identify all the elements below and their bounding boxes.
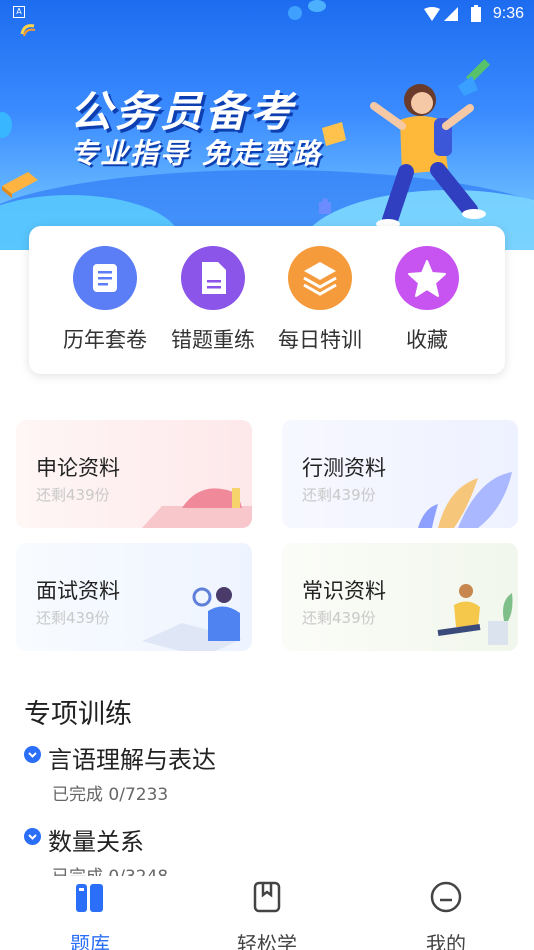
banner-subtitle: 专业指导 免走弯路 <box>70 137 322 170</box>
training-item-name: 数量关系 <box>48 828 144 856</box>
resource-remaining: 还剩439份 <box>302 609 376 627</box>
book-decor-icon <box>322 122 346 146</box>
nav-tab-label: 题库 <box>70 932 110 950</box>
nav-tab-mine[interactable]: 我的 <box>376 876 516 950</box>
resource-card-interview[interactable]: 面试资料 还剩439份 <box>16 543 252 651</box>
decor-ball <box>0 112 12 138</box>
notification-icon: A <box>13 6 25 18</box>
puzzle-decor-icon <box>319 198 331 214</box>
training-item-progress: 已完成 0/7233 <box>52 785 169 805</box>
wifi-signal-icon <box>424 7 458 21</box>
scroll-icon <box>73 246 137 310</box>
bottom-navigation: 题库 轻松学 我的 <box>0 876 534 950</box>
book-illustration <box>142 488 252 528</box>
bookmark-icon <box>250 880 284 914</box>
student-illustration <box>370 84 486 229</box>
status-time: 9:36 <box>492 5 524 22</box>
resource-remaining: 还剩439份 <box>302 486 376 504</box>
battery-icon <box>471 5 481 22</box>
reader-illustration <box>142 587 242 651</box>
book-decor-icon <box>2 172 38 198</box>
resource-title: 常识资料 <box>302 579 386 603</box>
app-screen: 公务员备考 专业指导 免走弯路 A 9:36 历年套卷 错题重练 每日特训 收藏… <box>0 0 534 950</box>
quick-entry-label: 错题重练 <box>171 328 255 352</box>
resource-title: 面试资料 <box>36 579 120 603</box>
nav-tab-question-bank[interactable]: 题库 <box>20 876 160 950</box>
star-icon <box>395 246 459 310</box>
resource-card-xingce[interactable]: 行测资料 还剩439份 <box>282 420 518 528</box>
banner-title: 公务员备考 <box>70 87 296 136</box>
quick-entry-label: 收藏 <box>406 328 448 352</box>
nav-tab-label: 我的 <box>426 932 466 950</box>
quick-entry-label: 历年套卷 <box>63 328 147 352</box>
resource-card-common-sense[interactable]: 常识资料 还剩439份 <box>282 543 518 651</box>
resource-title: 申论资料 <box>36 456 120 480</box>
section-title-special-training: 专项训练 <box>24 699 132 730</box>
training-item-name: 言语理解与表达 <box>48 746 216 774</box>
resource-card-shenlun[interactable]: 申论资料 还剩439份 <box>16 420 252 528</box>
user-face-icon <box>429 880 463 914</box>
nav-tab-easy-learn[interactable]: 轻松学 <box>197 876 337 950</box>
resource-remaining: 还剩439份 <box>36 609 110 627</box>
chevron-down-icon[interactable] <box>24 828 41 845</box>
layers-icon <box>288 246 352 310</box>
quick-entry-favorites[interactable]: 收藏 <box>372 246 482 354</box>
resource-title: 行测资料 <box>302 456 386 480</box>
resource-remaining: 还剩439份 <box>36 486 110 504</box>
quick-entry-past-papers[interactable]: 历年套卷 <box>50 246 160 354</box>
quick-entry-daily-training[interactable]: 每日特训 <box>265 246 375 354</box>
document-icon <box>181 246 245 310</box>
status-bar: A 9:36 <box>0 0 534 30</box>
leaf-illustration <box>418 472 512 528</box>
quick-entry-label: 每日特训 <box>278 328 362 352</box>
quick-entry-card: 历年套卷 错题重练 每日特训 收藏 <box>29 226 505 374</box>
nav-tab-label: 轻松学 <box>237 932 297 950</box>
quick-entry-wrong-questions[interactable]: 错题重练 <box>158 246 268 354</box>
book-stack-icon <box>73 880 107 914</box>
relaxing-person-illustration <box>437 584 513 645</box>
promo-banner[interactable]: 公务员备考 专业指导 免走弯路 <box>0 0 534 250</box>
chevron-down-icon[interactable] <box>24 746 41 763</box>
